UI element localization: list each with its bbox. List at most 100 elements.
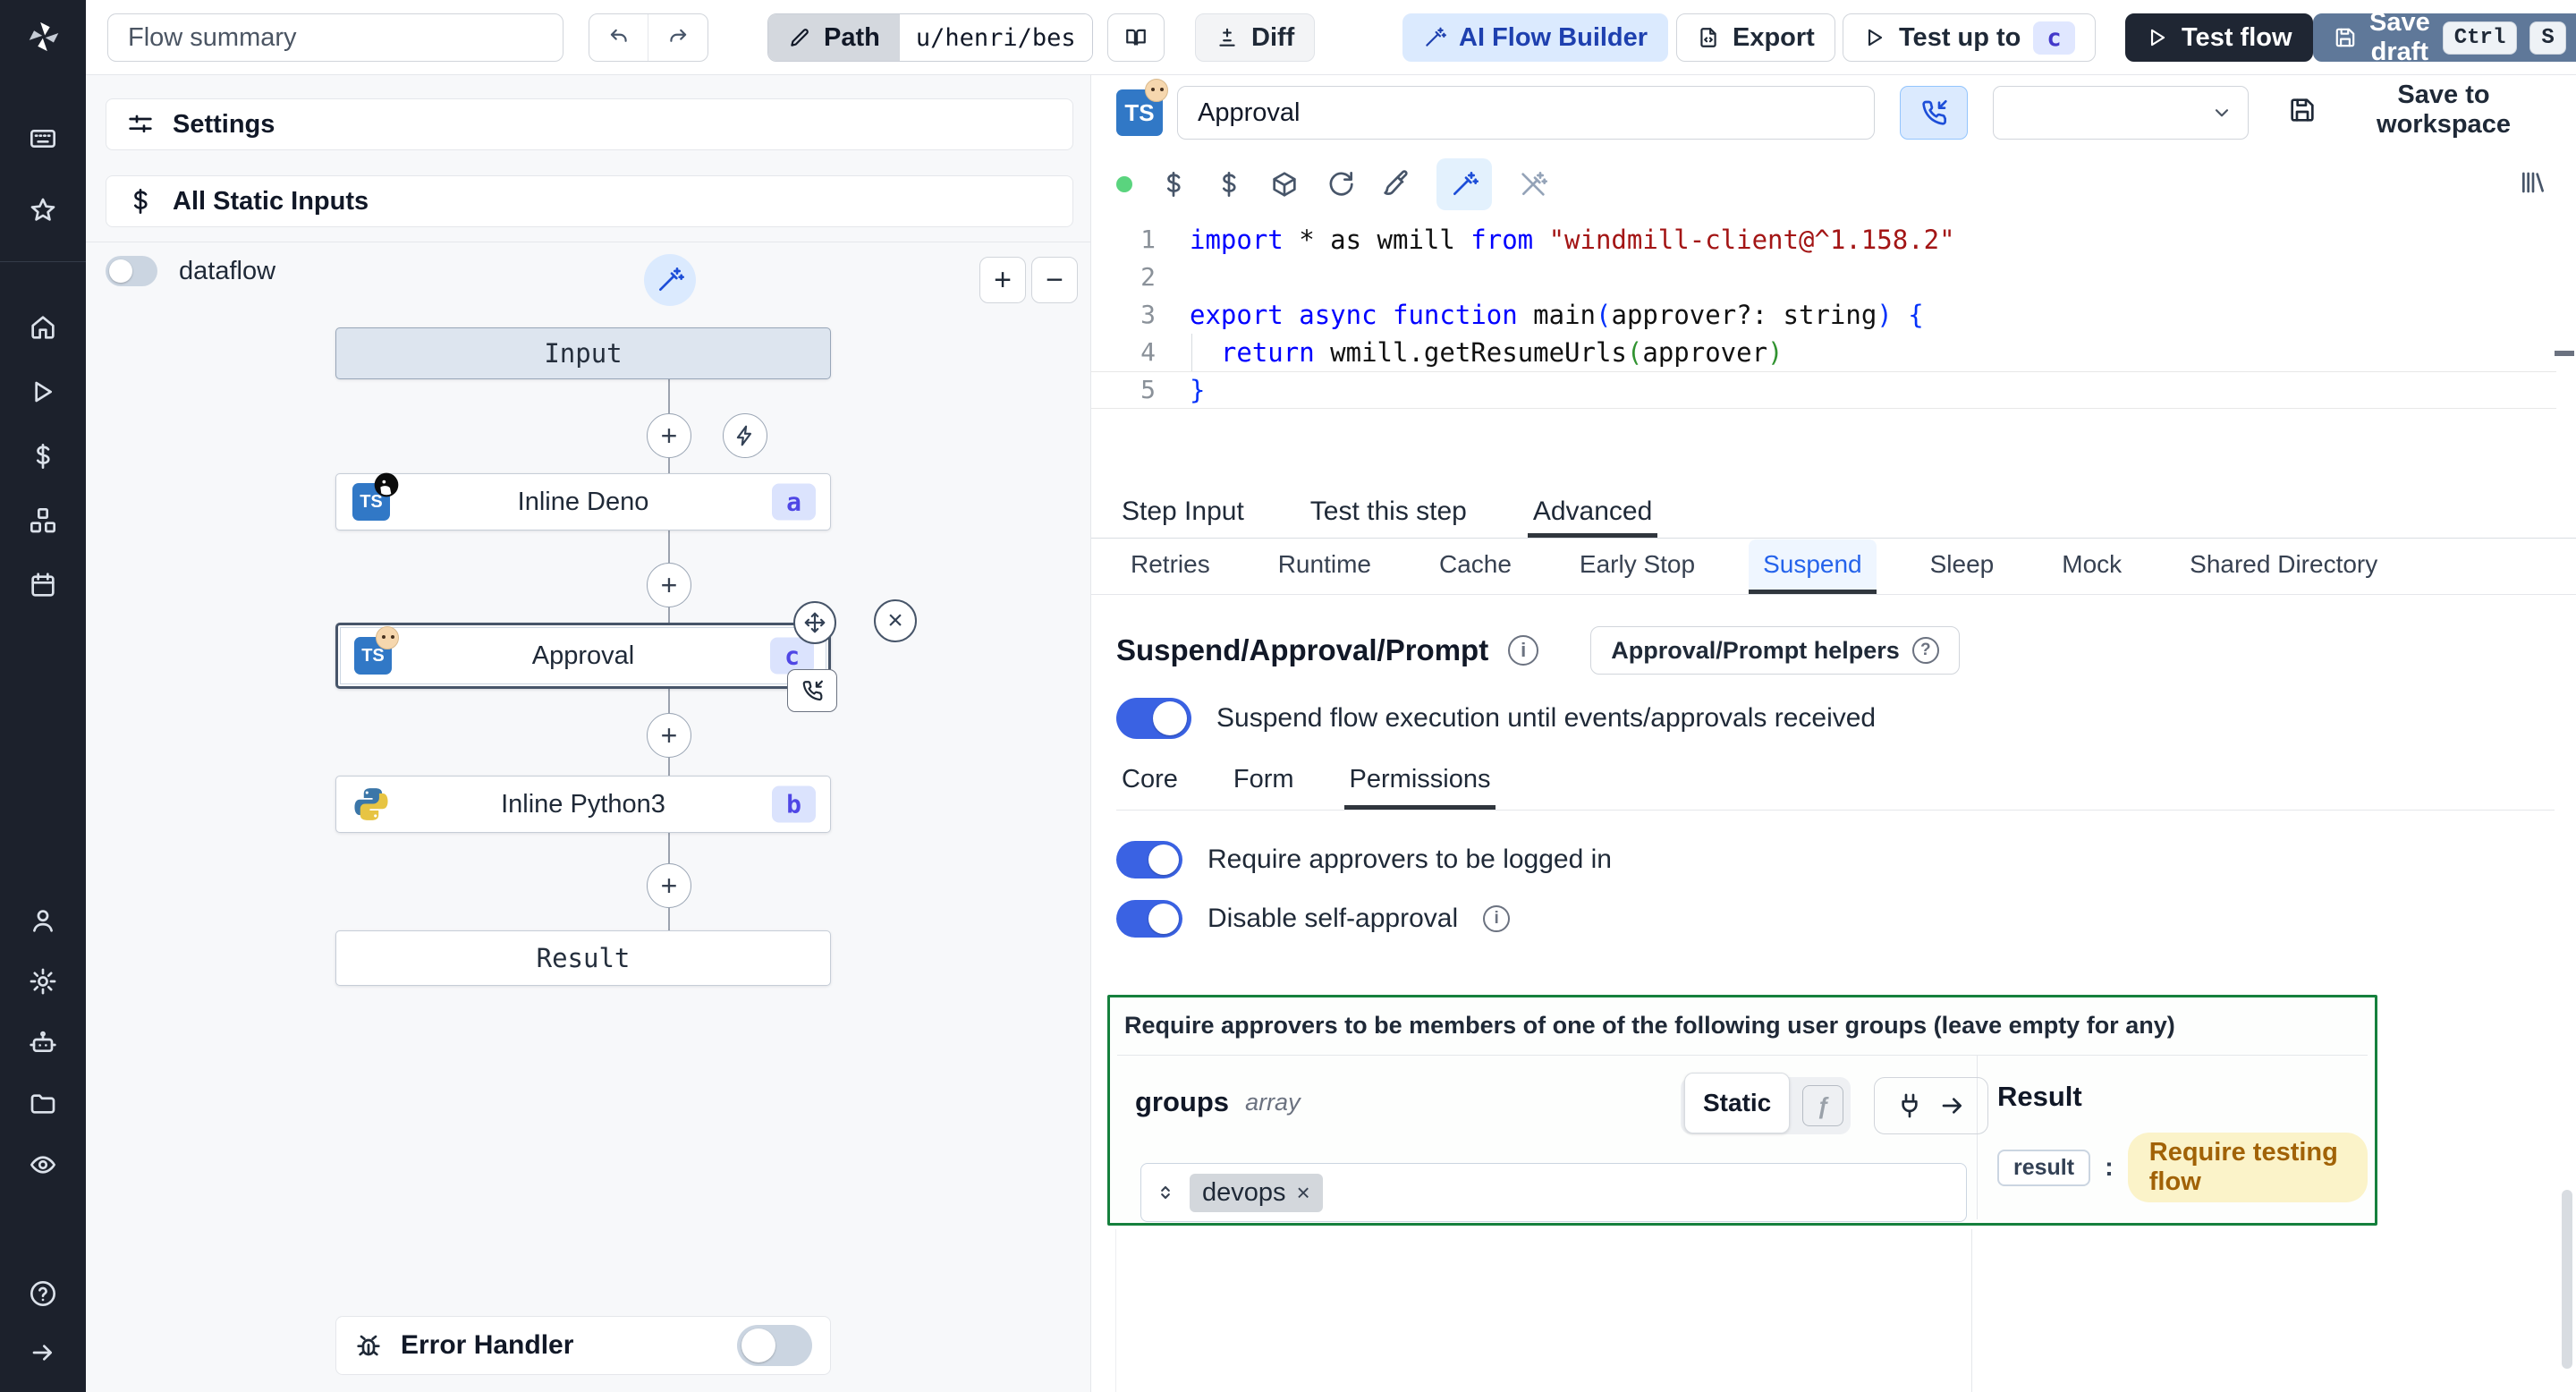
info-icon[interactable]: i [1508,635,1539,666]
edit-path-button[interactable]: Path [768,14,900,61]
user-icon[interactable] [29,906,57,935]
diff-button[interactable]: Diff [1195,13,1316,62]
suspend-title: Suspend/Approval/Prompt [1116,633,1489,666]
step-node-inline-python3[interactable]: Inline Python3 b [335,776,831,833]
approval-phone-badge-button[interactable] [787,669,837,712]
require-login-label: Require approvers to be logged in [1208,845,1612,874]
step-tabs: Step Input Test this step Advanced [1091,490,2576,539]
audit-logs-icon[interactable] [29,1150,57,1179]
tab-test-this-step[interactable]: Test this step [1305,490,1472,538]
suspend-enable-toggle[interactable] [1116,698,1191,739]
remove-chip-icon[interactable]: × [1297,1179,1310,1207]
ai-flow-builder-button[interactable]: AI Flow Builder [1402,13,1669,62]
suspend-enable-label: Suspend flow execution until events/appr… [1216,703,1877,733]
add-variable-button[interactable] [1159,170,1188,199]
groups-array-input[interactable]: devops × [1140,1163,1967,1222]
editor-collapse-library-button[interactable] [2519,168,2547,197]
subtab-permissions[interactable]: Permissions [1343,753,1496,810]
error-handler-toggle[interactable] [737,1325,812,1366]
add-resource-button[interactable] [1215,170,1243,199]
export-button[interactable]: Export [1676,13,1835,62]
pencil-icon [788,26,811,49]
subtab-cache[interactable]: Cache [1425,539,1526,594]
subtab-early-stop[interactable]: Early Stop [1565,539,1709,594]
test-up-to-button[interactable]: Test up to c [1843,13,2096,62]
subtab-core[interactable]: Core [1116,753,1183,810]
panel-scrollbar[interactable] [2562,1190,2572,1369]
windmill-logo-icon[interactable] [23,16,64,57]
bug-icon [354,1331,383,1360]
result-value-chip: Require testing flow [2127,1133,2368,1202]
move-step-button[interactable] [793,601,836,644]
variables-icon[interactable] [29,442,57,471]
flow-summary-input[interactable] [107,13,564,62]
save-to-workspace-button[interactable]: Save to workspace [2268,81,2576,139]
ai-graph-wand-button[interactable] [644,254,696,306]
insert-step-button[interactable]: + [647,713,691,758]
suspend-phone-toggle-button[interactable] [1900,86,1968,140]
tab-advanced[interactable]: Advanced [1527,490,1658,538]
step-node-approval-selected[interactable]: TS Approval c [335,623,831,689]
step-name-input[interactable] [1177,86,1875,140]
expand-sidebar-icon[interactable] [29,1338,57,1367]
schedules-icon[interactable] [29,571,57,599]
help-icon[interactable] [29,1279,57,1308]
step-node-inline-deno[interactable]: TS Inline Deno a [335,472,831,530]
dataflow-toggle[interactable] [106,256,157,286]
subtab-runtime[interactable]: Runtime [1264,539,1385,594]
test-flow-button[interactable]: Test flow [2125,13,2313,62]
format-code-button[interactable] [1381,170,1410,199]
error-handler-card[interactable]: Error Handler [335,1316,831,1375]
reload-button[interactable] [1326,170,1354,199]
plug-icon[interactable] [1895,1091,1924,1120]
tab-step-input[interactable]: Step Input [1116,490,1250,538]
windmill-flow-editor: Path u/henri/bes Diff AI Flow Builder Ex… [0,0,2576,1392]
subtab-form[interactable]: Form [1228,753,1300,810]
book-icon [1124,26,1148,49]
sort-handle-icon[interactable] [1154,1181,1177,1204]
arrow-right-icon[interactable] [1938,1091,1967,1120]
result-node[interactable]: Result [335,930,831,986]
redo-button[interactable] [648,14,708,61]
subtab-retries[interactable]: Retries [1116,539,1224,594]
function-mode-option[interactable]: ƒ [1802,1085,1844,1126]
dollar-icon [1159,170,1188,199]
zoom-out-button[interactable]: − [1031,257,1078,303]
save-draft-button[interactable]: Save draft Ctrl S [2313,8,2576,66]
folders-icon[interactable] [29,1090,57,1118]
resources-icon[interactable] [29,506,57,535]
code-gutter: 12345 [1140,225,1156,404]
zoom-in-button[interactable]: + [979,257,1026,303]
approval-prompt-helpers-button[interactable]: Approval/Prompt helpers ? [1590,626,1960,675]
subtab-sleep[interactable]: Sleep [1916,539,2009,594]
runs-icon[interactable] [29,378,57,406]
dependencies-button[interactable] [1270,170,1299,199]
undo-button[interactable] [589,14,648,61]
ai-assist-button[interactable] [1436,158,1492,210]
insert-step-button[interactable]: + [647,413,691,458]
disable-self-approval-toggle[interactable] [1116,900,1182,938]
input-node[interactable]: Input [335,327,831,379]
insert-step-button[interactable]: + [647,863,691,908]
apps-icon[interactable] [29,124,57,153]
all-static-inputs-card[interactable]: All Static Inputs [106,175,1073,227]
approver-groups-box: Require approvers to be members of one o… [1107,995,2377,1226]
tag-select[interactable] [1993,86,2249,140]
delete-step-button[interactable]: × [874,599,917,642]
subtab-mock[interactable]: Mock [2047,539,2136,594]
flow-settings-card[interactable]: Settings [106,98,1073,150]
ai-assist-off-button[interactable] [1519,170,1547,199]
require-login-toggle[interactable] [1116,841,1182,878]
subtab-shared-directory[interactable]: Shared Directory [2175,539,2392,594]
home-icon[interactable] [29,313,57,342]
static-mode-option[interactable]: Static [1684,1073,1791,1133]
favorites-star-icon[interactable] [29,196,57,225]
trigger-bolt-button[interactable] [723,413,767,458]
subtab-suspend[interactable]: Suspend [1749,539,1877,594]
docs-book-button[interactable] [1107,13,1165,62]
workers-icon[interactable] [29,1029,57,1057]
settings-gear-icon[interactable] [29,967,57,996]
panel-left-divider [1115,1229,1116,1392]
info-icon[interactable]: i [1483,905,1511,932]
insert-step-button[interactable]: + [647,563,691,607]
